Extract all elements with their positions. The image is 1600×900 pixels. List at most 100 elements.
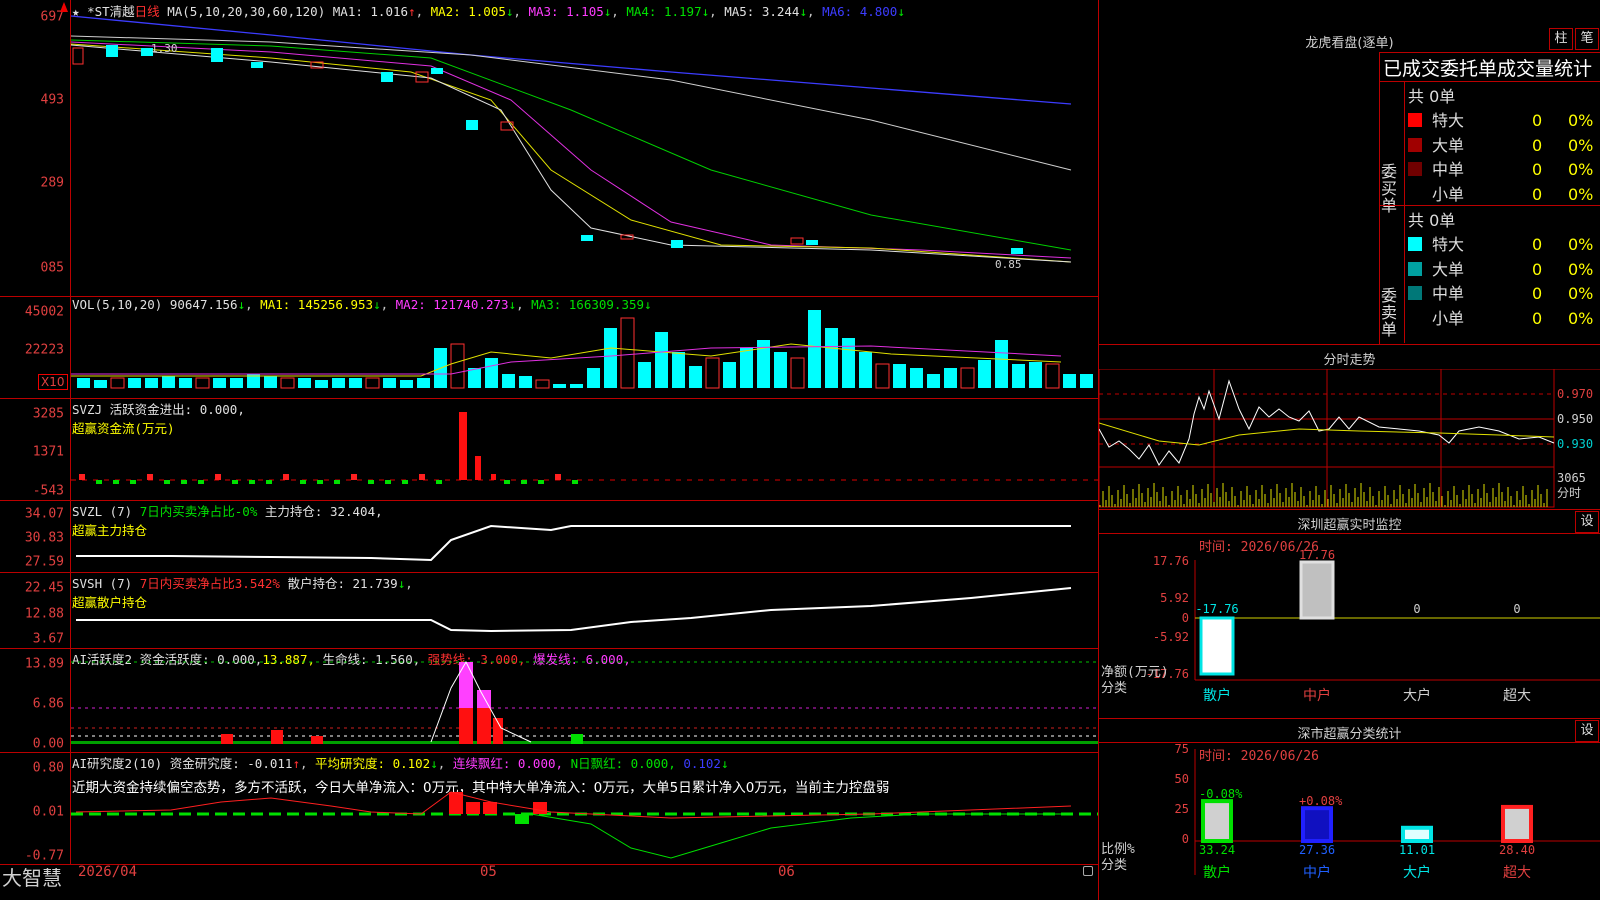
monitor-category-label: 超大 xyxy=(1503,688,1531,704)
date-tick: 05 xyxy=(480,864,497,880)
monitor-bar xyxy=(1299,560,1335,620)
order-row: 中单 0 0% xyxy=(1408,280,1598,303)
volume-bar xyxy=(145,378,158,388)
volume-tick: 22223 xyxy=(24,342,64,358)
volume-bar xyxy=(638,362,651,388)
tick-view-button[interactable]: 笔 xyxy=(1575,28,1599,50)
order-count: 0 xyxy=(1532,111,1543,130)
volume-bar xyxy=(315,380,328,388)
color-swatch xyxy=(1408,237,1422,251)
monitor-settings-button[interactable]: 设 xyxy=(1575,511,1599,533)
volume-bar xyxy=(365,377,380,389)
order-size-label: 特大 xyxy=(1432,111,1465,130)
svzj-bar xyxy=(283,474,289,480)
volume-bar xyxy=(705,357,720,389)
bottom-bar: 大智慧 2026/04 05 06 xyxy=(0,864,1098,900)
svzj-bar xyxy=(164,480,170,484)
volume-bar xyxy=(944,368,957,388)
svzj-bar xyxy=(572,480,578,484)
bar-view-button[interactable]: 柱 xyxy=(1549,28,1573,50)
category-stats-panel: 深市超赢分类统计 设 时间: 2026/06/26 75 50 25 0 33.… xyxy=(1099,719,1600,900)
volume-bar xyxy=(689,366,702,388)
volume-bar xyxy=(468,368,481,388)
price-pane[interactable]: 697 493 289 085 ★ *ST清越日线 MA(5,10,20,30,… xyxy=(0,0,1098,297)
order-row: 中单 0 0% xyxy=(1408,156,1598,179)
ai-activity-pane[interactable]: 13.89 6.86 0.00 AI活跃度2 资金活跃度: 0.000,13.8… xyxy=(0,648,1098,753)
volume-bar xyxy=(553,384,566,388)
monitor-value-label: 0 xyxy=(1513,602,1520,616)
monitor-category-label: 大户 xyxy=(1403,687,1431,704)
order-stats-header: 已成交委托单成交量统计 xyxy=(1383,58,1593,80)
date-tick: 06 xyxy=(778,864,795,880)
monitor-y-tick: 5.92 xyxy=(1160,591,1189,605)
svzj-pane[interactable]: 3285 1371 -543 SVZJ 活跃资金进出: 0.000, 超赢资金流… xyxy=(0,398,1098,501)
intraday-price-tick: 0.930 xyxy=(1557,437,1593,451)
svzl-tick: 30.83 xyxy=(24,530,64,546)
order-percent: 0% xyxy=(1568,235,1594,254)
svzl-pane[interactable]: 34.07 30.83 27.59 SVZL (7) 7日内买卖净占比-0% 主… xyxy=(0,500,1098,573)
svzj-bar xyxy=(368,480,374,484)
svzj-bar xyxy=(79,474,85,480)
volume-bar xyxy=(842,338,855,388)
monitor-ylabel: 净额(万元) xyxy=(1101,665,1169,680)
order-count: 0 xyxy=(1532,308,1543,328)
ai-research-tick: 0.80 xyxy=(32,760,64,776)
price-axis: 697 493 289 085 xyxy=(0,0,71,296)
lock-icon[interactable] xyxy=(1083,866,1093,876)
intraday-price-tick: 0.950 xyxy=(1557,412,1593,426)
order-size-label: 中单 xyxy=(1432,284,1465,303)
monitor-title: 深圳超赢实时监控 xyxy=(1297,518,1402,533)
stats-xlabel: 分类 xyxy=(1101,858,1127,873)
intraday-panel[interactable]: 分时走势 0.970 0.950 0.930 3065 分时 xyxy=(1099,345,1600,510)
order-percent: 0% xyxy=(1568,308,1594,328)
volume-tick: 45002 xyxy=(24,304,64,320)
volume-pane[interactable]: 45002 22223 X10 VOL(5,10,20) 90647.156↓,… xyxy=(0,296,1098,399)
stats-value-label: 11.01 xyxy=(1399,843,1435,857)
volume-bar xyxy=(960,367,975,389)
stats-value-label: 33.24 xyxy=(1199,843,1235,857)
volume-unit: X10 xyxy=(38,374,68,390)
volume-bar xyxy=(723,362,736,388)
svzl-chart xyxy=(76,524,1071,562)
volume-bar xyxy=(875,363,890,389)
volume-bar xyxy=(655,332,668,388)
svzj-bar xyxy=(96,480,102,484)
svzj-bar xyxy=(300,480,306,484)
volume-bar xyxy=(400,380,413,388)
volume-bar xyxy=(450,343,465,389)
color-swatch xyxy=(1408,162,1422,176)
price-tick: 289 xyxy=(40,175,64,191)
stats-value-label: 27.36 xyxy=(1299,843,1335,857)
monitor-category-label: 散户 xyxy=(1203,687,1231,704)
volume-bar xyxy=(893,364,906,388)
svzj-bar xyxy=(317,480,323,484)
svzl-axis: 34.07 30.83 27.59 xyxy=(0,500,71,572)
order-size-label: 特大 xyxy=(1432,235,1465,254)
buy-orders-label: 委买单 xyxy=(1381,162,1398,215)
volume-bar xyxy=(298,378,311,388)
volume-bar xyxy=(910,368,923,388)
volume-bar xyxy=(535,379,550,389)
svzj-bar xyxy=(266,480,272,484)
volume-bar xyxy=(77,378,90,388)
svzj-bar xyxy=(130,480,136,484)
svzj-bar xyxy=(555,474,561,480)
svzj-tick: -543 xyxy=(32,483,64,499)
volume-bar xyxy=(110,377,125,389)
order-row: 大单 0 0% xyxy=(1408,132,1598,155)
intraday-chart: 0.970 0.950 0.930 3065 分时 xyxy=(1099,369,1600,508)
monitor-y-tick: -5.92 xyxy=(1153,630,1189,644)
order-count: 0 xyxy=(1532,235,1543,254)
ai-research-pane[interactable]: 0.80 0.01 -0.77 AI研究度2(10) 资金研究度: -0.011… xyxy=(0,752,1098,865)
volume-bar xyxy=(485,358,498,388)
monitor-bar xyxy=(1199,616,1235,676)
monitor-y-tick: 17.76 xyxy=(1153,554,1189,568)
monitor-y-tick: 0 xyxy=(1182,611,1189,625)
svsh-pane[interactable]: 22.45 12.88 3.67 SVSH (7) 7日内买卖净占比3.542%… xyxy=(0,572,1098,649)
intraday-volume-unit: 分时 xyxy=(1557,486,1581,500)
candlestick-chart[interactable]: 1.30 0.85 xyxy=(71,0,1098,296)
stats-chart: 75 50 25 0 33.24 散户 -0.08% 27.36 中户 +0.08% 11.… xyxy=(1101,742,1600,881)
volume-bar xyxy=(519,376,532,388)
svsh-tick: 3.67 xyxy=(32,631,64,647)
svzj-chart xyxy=(71,412,1098,484)
